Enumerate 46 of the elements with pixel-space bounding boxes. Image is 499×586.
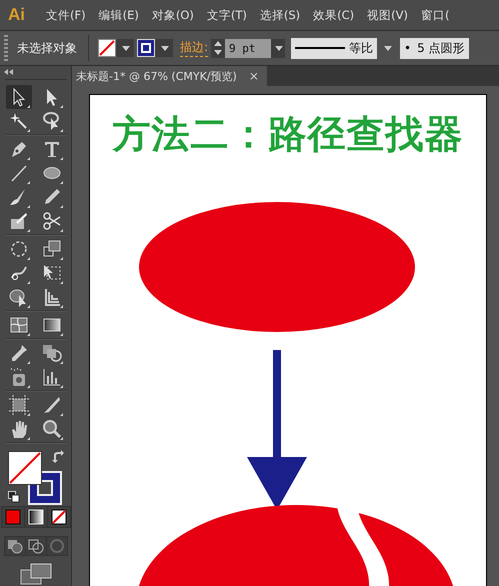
menu-item[interactable]: 选择(S) — [260, 8, 300, 22]
magnifier-icon — [41, 418, 63, 440]
bar-graph-icon — [41, 366, 63, 388]
spray-can-icon — [8, 366, 30, 388]
transform-icon — [41, 262, 63, 284]
stroke-swatch[interactable] — [137, 39, 155, 57]
menu-item[interactable]: 文件(F) — [46, 8, 86, 22]
menu-item[interactable]: 文字(T) — [206, 8, 247, 22]
blend-icon — [41, 342, 63, 364]
stroke-weight-field[interactable]: 9 pt — [225, 38, 272, 58]
brush-dropdown[interactable]: • 5 点圆形 — [400, 38, 469, 58]
lasso-icon — [41, 110, 63, 132]
document-tab[interactable]: 未标题-1* @ 67% (CMYK/预览) × — [72, 66, 267, 86]
eraser-icon — [8, 210, 30, 232]
draw-behind-icon[interactable] — [26, 536, 46, 555]
menu-item[interactable]: 编辑(E) — [98, 8, 139, 22]
profile-dropdown[interactable]: 等比 — [291, 38, 378, 58]
collapse-icon[interactable] — [4, 69, 14, 75]
menu-item[interactable]: 对象(O) — [152, 8, 194, 22]
gradient-button[interactable] — [24, 506, 46, 527]
close-button[interactable]: × — [248, 69, 259, 83]
document-title: 未标题-1* @ 67% (CMYK/预览) — [76, 68, 237, 84]
screen-mode-icon[interactable] — [18, 562, 52, 586]
tool-button[interactable] — [6, 85, 32, 110]
menu-item[interactable]: 窗口( — [421, 8, 450, 22]
menu-item[interactable]: 效果(C) — [313, 8, 354, 22]
fill-swatch[interactable] — [98, 39, 116, 57]
swap-icon[interactable] — [52, 450, 66, 464]
draw-normal-icon[interactable] — [4, 536, 24, 555]
artwork-title: 方法二：路径查找器 — [112, 111, 464, 157]
artboard-icon — [8, 394, 30, 416]
color-button[interactable] — [2, 506, 24, 527]
stroke-link[interactable]: 描边: — [180, 39, 208, 57]
brush-label: 5 点圆形 — [417, 40, 465, 56]
scale-icon — [41, 238, 63, 260]
scissors-icon — [41, 210, 63, 232]
default-colors-icon[interactable] — [8, 490, 20, 503]
none-button[interactable] — [48, 506, 70, 527]
fill-color-swatch[interactable] — [8, 450, 42, 485]
selection-status: 未选择对象 — [17, 40, 77, 56]
profile-label: 等比 — [349, 40, 374, 56]
tool-button[interactable] — [6, 393, 32, 417]
app-logo: Ai — [8, 5, 25, 25]
menu-item[interactable]: 视图(V) — [367, 8, 408, 22]
brush-dot: • — [404, 41, 412, 55]
grip-icon — [4, 35, 8, 61]
